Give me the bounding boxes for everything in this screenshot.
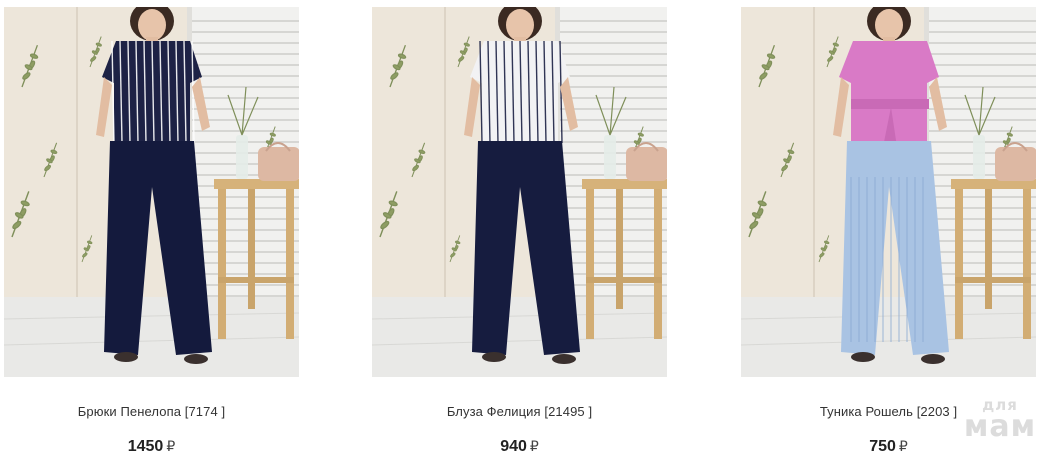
- price-value: 750: [869, 438, 896, 455]
- site-watermark-logo: для мам: [958, 398, 1042, 442]
- product-card[interactable]: Туника Рошель [2203 ] 750 ₽: [741, 7, 1036, 456]
- product-price: 1450 ₽: [4, 436, 299, 456]
- product-price: 940 ₽: [372, 436, 667, 456]
- product-name[interactable]: Блуза Фелиция [21495 ]: [372, 404, 667, 420]
- product-photo[interactable]: [4, 7, 299, 377]
- product-card[interactable]: Блуза Фелиция [21495 ] 940 ₽: [372, 7, 667, 456]
- price-value: 1450: [127, 438, 164, 455]
- watermark-line-2: мам: [963, 409, 1037, 444]
- product-grid: Брюки Пенелопа [7174 ] 1450 ₽ Блуза Фели…: [0, 0, 1056, 456]
- currency-symbol: ₽: [898, 438, 908, 454]
- price-value: 940: [500, 438, 527, 455]
- product-card[interactable]: Брюки Пенелопа [7174 ] 1450 ₽: [4, 7, 299, 456]
- currency-symbol: ₽: [166, 438, 176, 454]
- currency-symbol: ₽: [529, 438, 539, 454]
- product-name[interactable]: Брюки Пенелопа [7174 ]: [4, 404, 299, 420]
- product-photo[interactable]: [741, 7, 1036, 377]
- product-photo[interactable]: [372, 7, 667, 377]
